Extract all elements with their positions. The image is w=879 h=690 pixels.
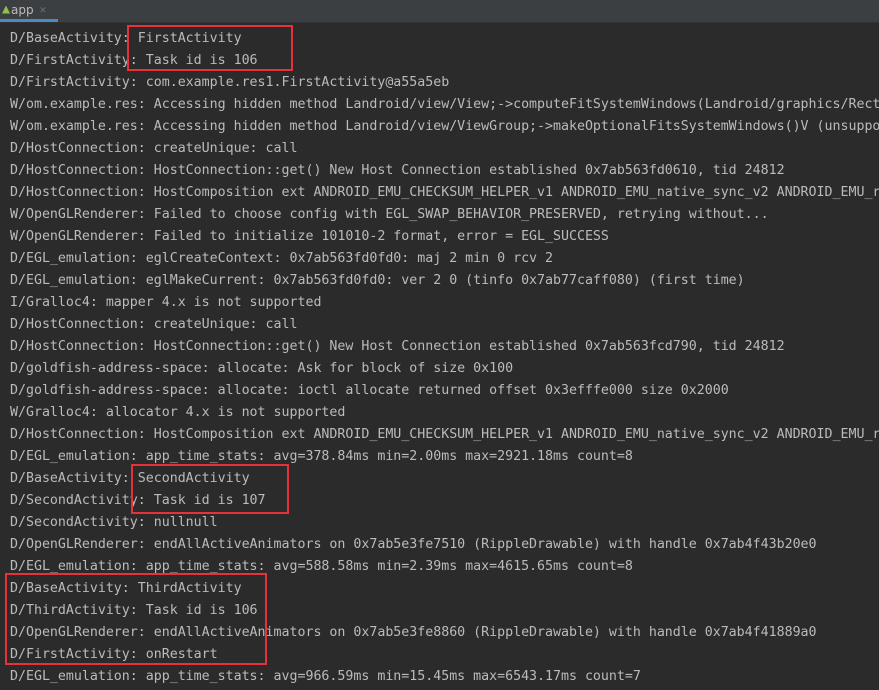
log-line: D/EGL_emulation: app_time_stats: avg=966… (10, 669, 641, 684)
tab-app[interactable]: app ✕ (0, 0, 58, 22)
log-line: W/OpenGLRenderer: Failed to choose confi… (10, 207, 769, 222)
log-line: D/HostConnection: HostConnection::get() … (10, 163, 785, 178)
log-line: D/EGL_emulation: eglCreateContext: 0x7ab… (10, 251, 554, 266)
log-line: W/om.example.res: Accessing hidden metho… (10, 97, 879, 112)
highlight-box-second (131, 464, 289, 514)
log-line: D/HostConnection: HostConnection::get() … (10, 339, 785, 354)
log-line: D/FirstActivity: com.example.res1.FirstA… (10, 75, 450, 90)
log-line: D/HostConnection: HostComposition ext AN… (10, 427, 879, 442)
log-line: D/HostConnection: HostComposition ext AN… (10, 185, 879, 200)
log-line: D/goldfish-address-space: allocate: ioct… (10, 383, 729, 398)
log-line: W/om.example.res: Accessing hidden metho… (10, 119, 879, 134)
close-icon[interactable]: ✕ (40, 3, 47, 16)
log-line: W/OpenGLRenderer: Failed to initialize 1… (10, 229, 609, 244)
log-line: W/Gralloc4: allocator 4.x is not support… (10, 405, 346, 420)
highlight-box-first (127, 25, 293, 71)
log-line: D/SecondActivity: nullnull (10, 515, 218, 530)
tab-label: app (11, 2, 34, 17)
log-line: D/HostConnection: createUnique: call (10, 141, 298, 156)
log-line: D/OpenGLRenderer: endAllActiveAnimators … (10, 537, 817, 552)
android-icon (2, 5, 10, 14)
log-line: I/Gralloc4: mapper 4.x is not supported (10, 295, 322, 310)
log-line: D/goldfish-address-space: allocate: Ask … (10, 361, 514, 376)
highlight-box-third (5, 573, 267, 665)
tab-bar: app ✕ (0, 0, 879, 23)
log-line: D/EGL_emulation: eglMakeCurrent: 0x7ab56… (10, 273, 745, 288)
log-line: D/HostConnection: createUnique: call (10, 317, 298, 332)
